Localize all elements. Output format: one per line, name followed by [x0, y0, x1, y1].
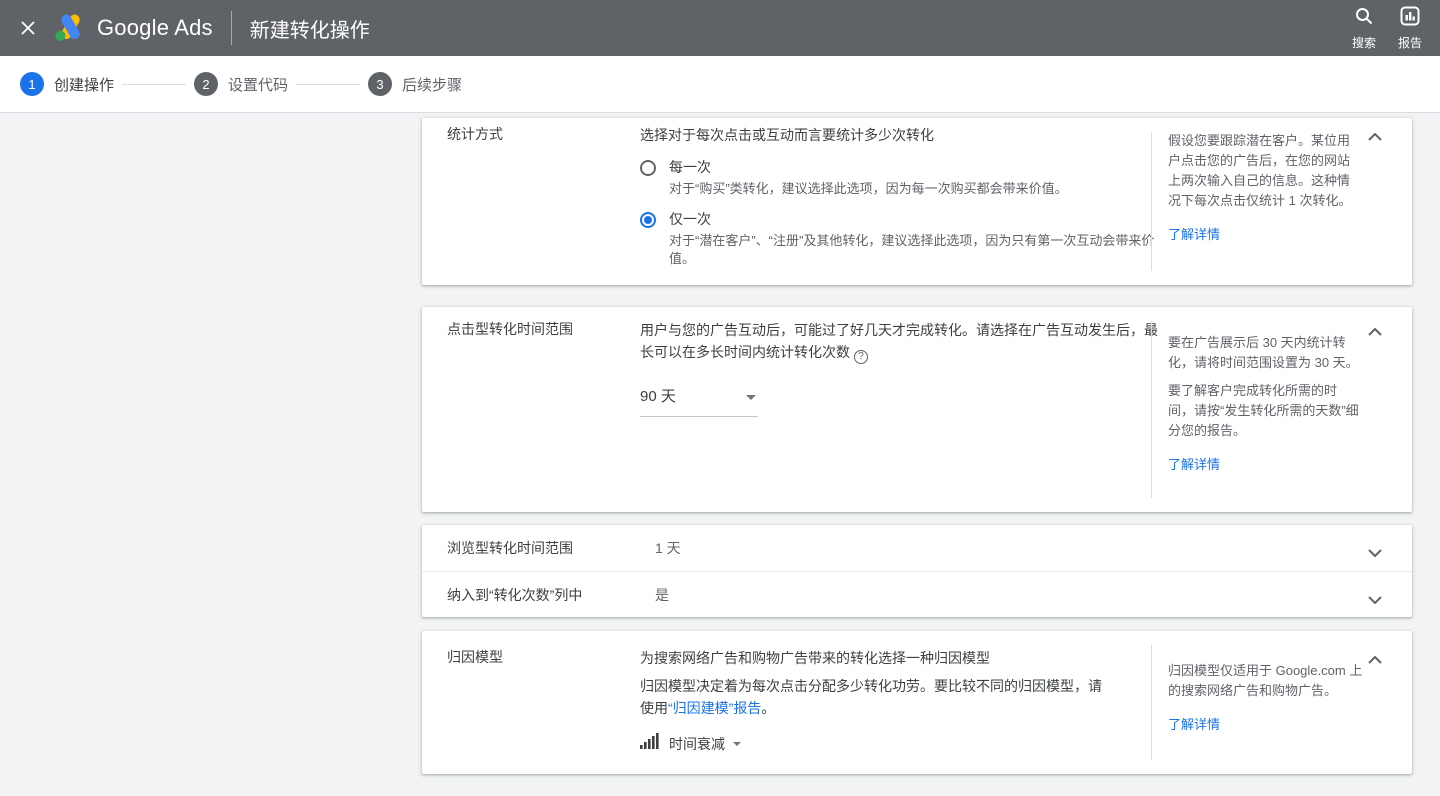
topbar-separator — [230, 11, 232, 45]
dropdown-arrow-icon — [746, 394, 756, 400]
include-column-value: 是 — [655, 586, 669, 603]
option-every-description: 对于“购买”类转化，建议选择此选项，因为每一次购买都会带来价值。 — [669, 181, 1068, 196]
close-icon[interactable] — [14, 14, 42, 42]
step-3-label: 后续步骤 — [402, 76, 463, 94]
counting-method-label: 统计方式 — [447, 126, 503, 142]
radio-selected-icon[interactable] — [640, 212, 656, 228]
click-window-help-panel: 要在广告展示后 30 天内统计转化，请将时间范围设置为 30 天。 要了解客户完… — [1168, 333, 1370, 475]
step-2-circle: 2 — [194, 72, 219, 96]
card-click-conversion-window: 点击型转化时间范围 用户与您的广告互动后，可能过了好几天才完成转化。请选择在广告… — [422, 307, 1412, 512]
dropdown-arrow-icon — [733, 742, 741, 746]
step-create-action[interactable]: 1 创建操作 — [20, 72, 114, 96]
counting-method-description: 选择对于每次点击或互动而言要统计多少次转化 — [640, 127, 934, 143]
page-title: 新建转化操作 — [249, 19, 370, 42]
step-connector — [296, 83, 361, 85]
radio-unselected-icon[interactable] — [640, 160, 656, 176]
view-window-label: 浏览型转化时间范围 — [447, 540, 573, 556]
attribution-help-panel: 归因模型仅适用于 Google.com 上的搜索网络广告和购物广告。 了解详情 — [1168, 661, 1370, 735]
reports-label: 报告 — [1397, 35, 1422, 50]
expand-chevron-down-icon[interactable] — [1368, 544, 1382, 562]
card-divider — [1151, 645, 1152, 760]
attribution-modeling-report-link[interactable]: “归因建模”报告 — [668, 700, 761, 716]
row-view-through-window[interactable]: 浏览型转化时间范围 1 天 — [422, 525, 1412, 571]
learn-more-link[interactable]: 了解详情 — [1168, 715, 1220, 735]
step-2-label: 设置代码 — [228, 76, 289, 94]
click-window-help-2: 要了解客户完成转化所需的时间，请按“发生转化所需的天数”细分您的报告。 — [1168, 383, 1359, 438]
card-divider — [1151, 132, 1152, 271]
main-content: 统计方式 选择对于每次点击或互动而言要统计多少次转化 每一次 对于“购买”类转化… — [0, 113, 1440, 796]
help-question-icon[interactable]: ? — [854, 350, 868, 364]
search-icon — [1354, 6, 1374, 31]
radio-option-every[interactable]: 每一次 对于“购买”类转化，建议选择此选项，因为每一次购买都会带来价值。 — [640, 157, 1160, 198]
step-progress-bar: 1 创建操作 2 设置代码 3 后续步骤 — [0, 56, 1440, 113]
attribution-model-select[interactable]: 时间衰减 — [640, 733, 1160, 755]
topbar: Google Ads 新建转化操作 搜索 报告 — [0, 0, 1440, 56]
step-set-up-tag[interactable]: 2 设置代码 — [194, 72, 288, 96]
click-window-description: 用户与您的广告互动后，可能过了好几天才完成转化。请选择在广告互动发生后，最长可以… — [640, 322, 1158, 360]
step-next-steps[interactable]: 3 后续步骤 — [368, 72, 462, 96]
view-window-value: 1 天 — [655, 540, 681, 556]
search-button[interactable]: 搜索 — [1352, 6, 1376, 51]
collapse-chevron-up-icon[interactable] — [1368, 323, 1382, 341]
radio-option-one[interactable]: 仅一次 对于“潜在客户”、“注册”及其他转化，建议选择此选项，因为只有第一次互动… — [640, 209, 1160, 268]
google-ads-brand: Google Ads — [54, 11, 213, 46]
card-counting-method: 统计方式 选择对于每次点击或互动而言要统计多少次转化 每一次 对于“购买”类转化… — [422, 118, 1412, 285]
learn-more-link[interactable]: 了解详情 — [1168, 225, 1220, 245]
attribution-description-1: 为搜索网络广告和购物广告带来的转化选择一种归因模型 — [640, 650, 990, 666]
collapse-chevron-up-icon[interactable] — [1368, 128, 1382, 146]
option-every-title: 每一次 — [669, 159, 711, 175]
click-window-label: 点击型转化时间范围 — [447, 321, 573, 337]
google-ads-logo-icon — [54, 11, 87, 46]
reports-button[interactable]: 报告 — [1398, 6, 1422, 51]
attribution-label: 归因模型 — [447, 649, 503, 665]
step-connector — [122, 83, 187, 85]
counting-help-text: 假设您要跟踪潜在客户。某位用户点击您的广告后，在您的网站上两次输入自己的信息。这… — [1168, 133, 1352, 208]
attribution-help-text: 归因模型仅适用于 Google.com 上的搜索网络广告和购物广告。 — [1168, 663, 1363, 698]
attribution-model-value: 时间衰减 — [669, 736, 725, 752]
option-one-description: 对于“潜在客户”、“注册”及其他转化，建议选择此选项，因为只有第一次互动会带来价… — [669, 233, 1155, 266]
attribution-description-2: 归因模型决定着为每次点击分配多少转化功劳。要比较不同的归因模型，请使用“归因建模… — [640, 678, 1102, 716]
learn-more-link[interactable]: 了解详情 — [1168, 455, 1220, 475]
search-label: 搜索 — [1351, 35, 1376, 50]
counting-help-panel: 假设您要跟踪潜在客户。某位用户点击您的广告后，在您的网站上两次输入自己的信息。这… — [1168, 131, 1370, 245]
collapse-chevron-up-icon[interactable] — [1368, 651, 1382, 669]
brand-name: Google Ads — [97, 15, 213, 40]
card-divider — [1151, 321, 1152, 498]
card-collapsed-settings: 浏览型转化时间范围 1 天 纳入到“转化次数”列中 是 — [422, 525, 1412, 617]
click-window-help-1: 要在广告展示后 30 天内统计转化，请将时间范围设置为 30 天。 — [1168, 335, 1359, 370]
bar-chart-icon — [1400, 6, 1420, 31]
step-1-circle: 1 — [20, 72, 44, 96]
include-column-label: 纳入到“转化次数”列中 — [447, 586, 583, 603]
conversion-window-select[interactable]: 90 天 — [640, 380, 758, 417]
conversion-window-value: 90 天 — [640, 388, 676, 405]
row-include-in-conversions[interactable]: 纳入到“转化次数”列中 是 — [422, 571, 1412, 617]
expand-chevron-down-icon[interactable] — [1368, 591, 1382, 609]
step-3-circle: 3 — [368, 72, 393, 96]
option-one-title: 仅一次 — [669, 211, 711, 227]
step-1-label: 创建操作 — [54, 76, 115, 94]
card-attribution-model: 归因模型 为搜索网络广告和购物广告带来的转化选择一种归因模型 归因模型决定着为每… — [422, 631, 1412, 774]
time-decay-bars-icon — [640, 733, 660, 755]
